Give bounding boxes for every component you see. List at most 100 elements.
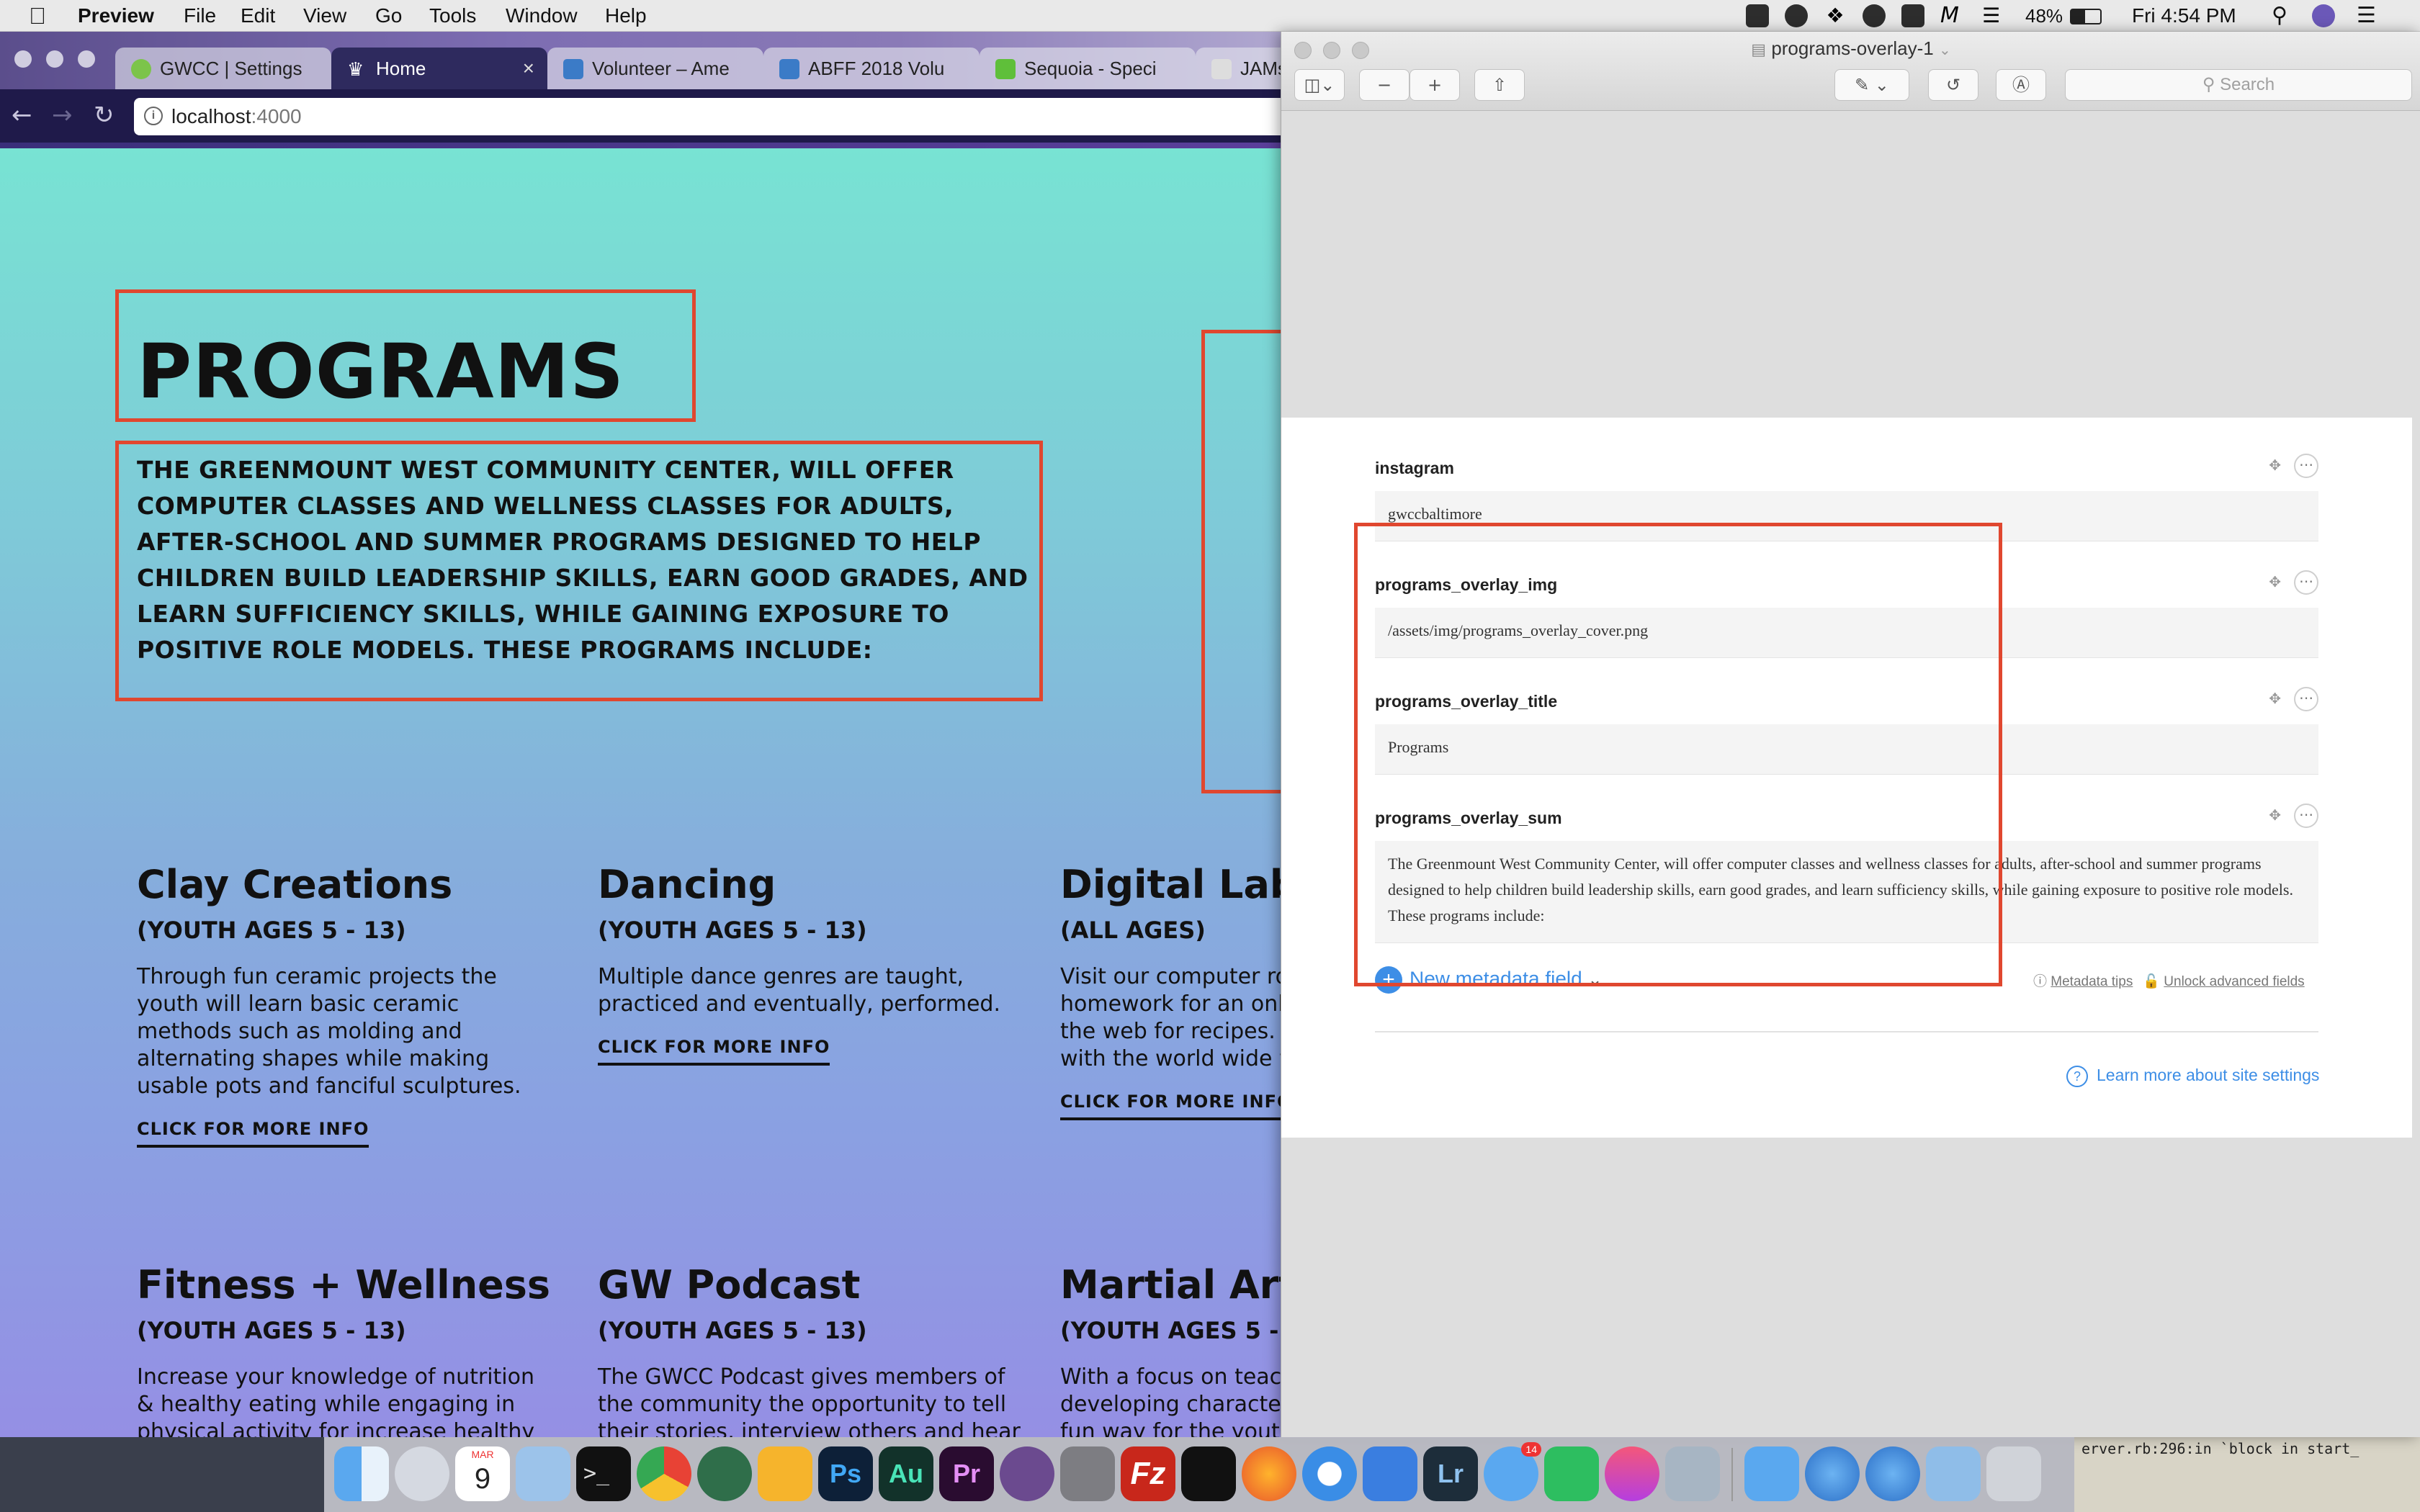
evernote-icon[interactable]	[1544, 1446, 1599, 1501]
drag-handle-icon[interactable]: ✥	[2269, 456, 2281, 474]
drag-handle-icon[interactable]: ✥	[2269, 573, 2281, 590]
preview-app-icon[interactable]	[516, 1446, 570, 1501]
tab-close-icon[interactable]: ×	[523, 48, 534, 89]
more-options-icon[interactable]: ⋯	[2294, 687, 2318, 711]
drag-handle-icon[interactable]: ✥	[2269, 806, 2281, 824]
more-info-link[interactable]: CLICK FOR MORE INFO	[137, 1119, 369, 1148]
tab-sequoia[interactable]: Sequoia - Speci	[980, 48, 1196, 89]
tidal-icon[interactable]	[1181, 1446, 1236, 1501]
app-status-icon[interactable]	[1901, 4, 1924, 27]
more-options-icon[interactable]: ⋯	[2294, 454, 2318, 478]
more-info-link[interactable]: CLICK FOR MORE INFO	[1060, 1092, 1282, 1120]
apple-icon[interactable]: 	[29, 0, 46, 32]
audition-icon[interactable]: Au	[879, 1446, 933, 1501]
reload-icon[interactable]: ↻	[94, 101, 115, 130]
search-icon: ⚲	[2202, 75, 2215, 94]
tab-volunteer[interactable]: Volunteer – Ame	[547, 48, 763, 89]
dropbox-icon[interactable]: ❖	[1824, 4, 1847, 27]
menu-view[interactable]: View	[303, 0, 346, 32]
github-desktop-icon[interactable]	[1000, 1446, 1054, 1501]
network-globe-icon[interactable]	[1865, 1446, 1920, 1501]
atom-icon[interactable]	[697, 1446, 752, 1501]
finder-icon[interactable]	[334, 1446, 389, 1501]
card-ages: (ALL AGES)	[1060, 917, 1206, 944]
markup-toolbar-button[interactable]: Ⓐ	[1996, 69, 2046, 101]
metadata-tips-link[interactable]: Metadata tips	[2051, 974, 2133, 989]
menu-go[interactable]: Go	[375, 0, 402, 32]
evernote-status-icon[interactable]	[1746, 4, 1769, 27]
forward-arrow-icon[interactable]: →	[52, 101, 73, 130]
terminal-output-text: erver.rb:296:in `block in start_	[2081, 1440, 2360, 1457]
battery-icon[interactable]	[2070, 9, 2102, 24]
card-ages: (YOUTH AGES 5 - 13)	[598, 1317, 867, 1344]
chrome-window: GWCC | Settings ♛ Home × Volunteer – Ame…	[0, 32, 1282, 1437]
zoom-in-button[interactable]: +	[1410, 69, 1460, 101]
menu-help[interactable]: Help	[605, 0, 647, 32]
program-card-fitness: Fitness + Wellness (YOUTH AGES 5 - 13) I…	[137, 1261, 555, 1437]
document-title[interactable]: ▤ programs-overlay-1 ⌄	[1281, 37, 2420, 60]
lightroom-icon[interactable]: Lr	[1423, 1446, 1478, 1501]
disk-utility-icon[interactable]	[1060, 1446, 1115, 1501]
image-capture-icon[interactable]	[1665, 1446, 1720, 1501]
applications-folder-icon[interactable]	[1744, 1446, 1799, 1501]
more-info-link[interactable]: CLICK FOR MORE INFO	[598, 1037, 830, 1066]
window-zoom-button[interactable]	[78, 50, 95, 68]
tab-jams[interactable]: JAMs	[1196, 48, 1282, 89]
notification-center-icon[interactable]: ☰	[2357, 0, 2376, 32]
page-favicon-icon	[563, 59, 583, 79]
info-icon[interactable]: i	[144, 107, 163, 125]
program-card-podcast: GW Podcast (YOUTH AGES 5 - 13) The GWCC …	[598, 1261, 1030, 1437]
sketch-icon[interactable]	[758, 1446, 812, 1501]
safari-icon[interactable]	[1302, 1446, 1357, 1501]
messages-icon[interactable]: 14	[1484, 1442, 1541, 1501]
card-description: Multiple dance genres are taught, practi…	[598, 964, 1001, 1017]
chrome-icon[interactable]	[637, 1446, 691, 1501]
menu-app-name[interactable]: Preview	[78, 0, 154, 32]
siri-icon[interactable]	[2312, 4, 2335, 27]
back-arrow-icon[interactable]: ←	[12, 101, 32, 130]
tab-home[interactable]: ♛ Home ×	[331, 48, 547, 89]
search-input[interactable]: ⚲ Search	[2065, 69, 2412, 101]
firefox-icon[interactable]	[1242, 1446, 1296, 1501]
photoshop-icon[interactable]: Ps	[818, 1446, 873, 1501]
network-globe-icon[interactable]	[1805, 1446, 1860, 1501]
sidebar-toggle-button[interactable]: ◫⌄	[1294, 69, 1345, 101]
unlock-advanced-link[interactable]: Unlock advanced fields	[2164, 974, 2304, 989]
learn-more-link[interactable]: ? Learn more about site settings	[2066, 1066, 2319, 1087]
tab-abff[interactable]: ABFF 2018 Volu	[763, 48, 980, 89]
trash-icon[interactable]	[1986, 1446, 2041, 1501]
card-ages: (YOUTH AGES 5 - 1	[1060, 1317, 1282, 1344]
clock[interactable]: Fri 4:54 PM	[2132, 0, 2236, 32]
menu-tools[interactable]: Tools	[429, 0, 476, 32]
battery-percent: 48%	[2025, 5, 2063, 27]
more-options-icon[interactable]: ⋯	[2294, 804, 2318, 828]
share-button[interactable]: ⇧	[1474, 69, 1525, 101]
window-minimize-button[interactable]	[46, 50, 63, 68]
menu-edit[interactable]: Edit	[241, 0, 275, 32]
spotlight-search-icon[interactable]: ⚲	[2272, 0, 2287, 32]
xcode-icon[interactable]	[1363, 1446, 1417, 1501]
document-title-label: programs-overlay-1	[1771, 37, 1934, 59]
onepassword-status-icon[interactable]	[1785, 4, 1808, 27]
window-close-button[interactable]	[14, 50, 32, 68]
rotate-button[interactable]: ↺	[1928, 69, 1978, 101]
itunes-icon[interactable]	[1605, 1446, 1659, 1501]
zoom-out-button[interactable]: −	[1359, 69, 1410, 101]
creative-cloud-icon[interactable]	[1863, 4, 1886, 27]
address-bar[interactable]: i localhost:4000	[134, 98, 1282, 135]
launchpad-icon[interactable]	[395, 1446, 449, 1501]
menu-file[interactable]: File	[184, 0, 216, 32]
calendar-icon[interactable]: MAR 9	[455, 1446, 510, 1501]
toolbar-divider	[0, 143, 1282, 148]
more-options-icon[interactable]: ⋯	[2294, 570, 2318, 595]
markup-pen-button[interactable]: ✎ ⌄	[1834, 69, 1909, 101]
drag-handle-icon[interactable]: ✥	[2269, 690, 2281, 707]
tab-gwcc-settings[interactable]: GWCC | Settings	[115, 48, 331, 89]
m-status-icon[interactable]: M	[1940, 4, 1963, 27]
wifi-icon[interactable]: ☰	[1982, 4, 2005, 27]
terminal-icon[interactable]: >_	[576, 1446, 631, 1501]
filezilla-icon[interactable]: Fz	[1121, 1446, 1175, 1501]
documents-folder-icon[interactable]	[1926, 1446, 1981, 1501]
menu-window[interactable]: Window	[506, 0, 578, 32]
premiere-icon[interactable]: Pr	[939, 1446, 994, 1501]
